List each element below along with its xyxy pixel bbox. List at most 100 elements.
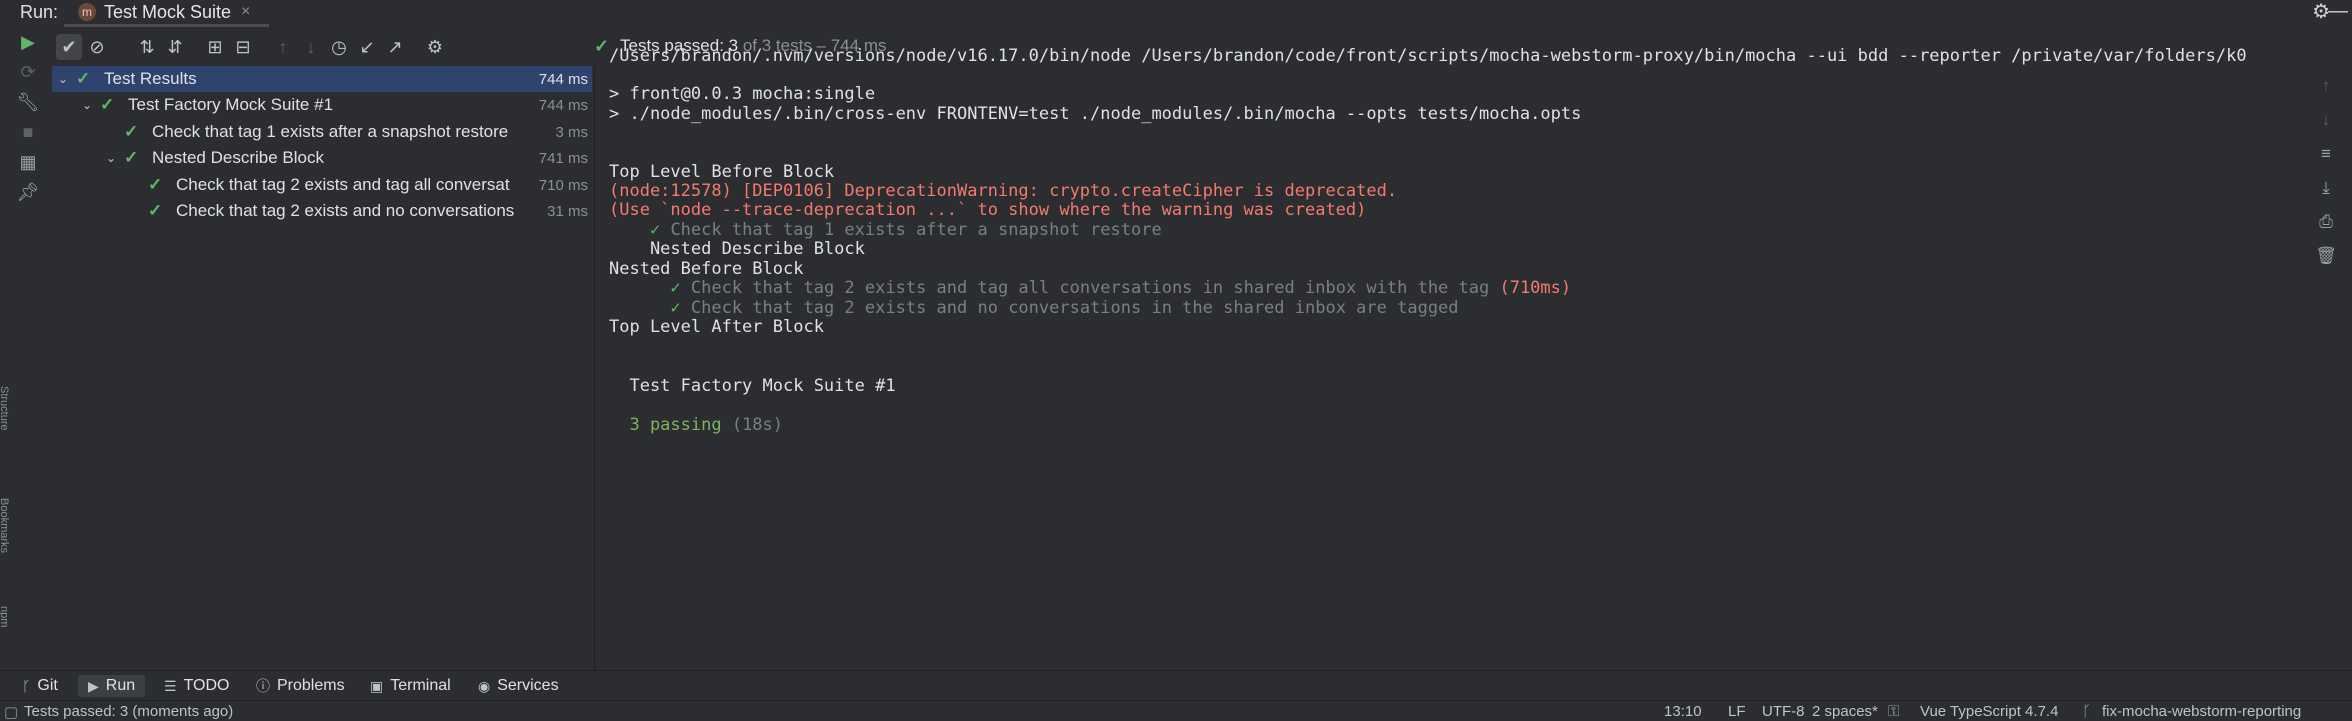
console-test-name: Check that tag 2 exists and no conversat…: [680, 298, 1459, 318]
show-passed-icon[interactable]: ✔: [56, 34, 82, 60]
tab-terminal[interactable]: ▣ Terminal: [370, 675, 451, 697]
passed-icon: ✓: [148, 175, 163, 194]
down-arrow-icon[interactable]: ↓: [2314, 108, 2338, 132]
rerun-icon[interactable]: ▶: [16, 30, 40, 54]
npm-side-tab[interactable]: npm: [0, 606, 10, 627]
run-side-toolbar: ▶ ⟳ 🔧︎ ■ ▦ 📌︎ Structure Bookmarks npm: [0, 28, 52, 670]
layout-icon[interactable]: ▦: [16, 150, 40, 174]
tree-row-suite[interactable]: ⌄ ✓ Test Factory Mock Suite #1 744 ms: [52, 92, 592, 118]
run-toolwindow-header: [0, 0, 2352, 26]
minimize-icon[interactable]: —: [2328, 0, 2348, 23]
console-line-passing: 3 passing (18s): [609, 415, 783, 435]
tab-services[interactable]: ◉ Services: [478, 675, 559, 697]
stop-icon[interactable]: ■: [16, 120, 40, 144]
run-label: Run:: [20, 2, 59, 22]
expand-all-icon[interactable]: ⊞: [202, 34, 228, 60]
console-line-test-pass: ✓ Check that tag 1 exists after a snapsh…: [609, 220, 1162, 240]
tab-label: Run: [105, 677, 136, 694]
list-icon: ☰: [164, 677, 177, 694]
rerun-failed-icon[interactable]: ⟳: [16, 60, 40, 84]
console-output[interactable]: /Users/brandon/.nvm/versions/node/v16.17…: [594, 46, 2301, 670]
services-icon: ◉: [478, 677, 491, 694]
tree-row-test[interactable]: ✓ Check that tag 2 exists and tag all co…: [52, 172, 592, 198]
tree-row-duration: 710 ms: [538, 176, 588, 194]
lock-icon[interactable]: ⚿: [1888, 703, 1899, 720]
language-service[interactable]: Vue TypeScript 4.7.4: [1920, 703, 2058, 720]
console-line-test-pass: ✓ Check that tag 2 exists and tag all co…: [609, 278, 1571, 298]
chevron-down-icon[interactable]: ⌄: [58, 72, 68, 86]
run-tab-test-mock-suite[interactable]: m Test Mock Suite ×: [78, 0, 250, 24]
console-test-name: Check that tag 2 exists and tag all conv…: [680, 278, 1500, 298]
close-icon[interactable]: ×: [241, 3, 250, 21]
square-icon: ▢: [4, 704, 19, 721]
passed-icon: ✓: [124, 148, 139, 167]
export-tests-icon[interactable]: ↗: [382, 34, 408, 60]
wrench-icon[interactable]: 🔧︎: [16, 90, 40, 114]
git-branch-icon: ᚴ: [22, 678, 31, 694]
history-icon[interactable]: ◷: [326, 34, 352, 60]
tree-row-test[interactable]: ✓ Check that tag 2 exists and no convers…: [52, 198, 592, 224]
check-icon: ✓: [670, 298, 681, 318]
tree-row-label: Check that tag 2 exists and tag all conv…: [176, 175, 510, 194]
scroll-to-end-icon[interactable]: ⤓: [2314, 176, 2338, 200]
tab-todo[interactable]: ☰ TODO: [164, 675, 230, 697]
console-line-warning: (node:12578) [DEP0106] DeprecationWarnin…: [609, 181, 1398, 201]
info-icon: ⓘ: [256, 678, 270, 694]
tree-row-duration: 744 ms: [538, 96, 588, 114]
console-line-command: /Users/brandon/.nvm/versions/node/v16.17…: [609, 46, 2247, 66]
passing-count: 3 passing: [609, 415, 722, 435]
tree-row-label: Check that tag 1 exists after a snapshot…: [152, 122, 509, 141]
tab-git[interactable]: ᚴ Git: [22, 675, 58, 697]
passed-icon: ✓: [100, 95, 115, 114]
test-results-tree: ⌄ ✓ Test Results 744 ms ⌄ ✓ Test Factory…: [52, 66, 592, 670]
play-icon: ▶: [88, 677, 99, 694]
test-tree-toolbar: ✔ ⊘ ⇅ ⇵ ⊞ ⊟ ↑ ↓ ◷ ↙ ↗ ⚙: [52, 28, 592, 66]
tree-row-test[interactable]: ✓ Check that tag 1 exists after a snapsh…: [52, 119, 592, 145]
tree-row-label: Test Results: [104, 69, 197, 88]
sort-duration-icon[interactable]: ⇵: [162, 34, 188, 60]
sort-alpha-icon[interactable]: ⇅: [134, 34, 160, 60]
check-icon: ✓: [670, 278, 681, 298]
console-line: Nested Before Block: [609, 259, 804, 279]
tree-row-duration: 741 ms: [538, 149, 588, 167]
tab-problems[interactable]: ⓘ Problems: [256, 675, 345, 697]
console-line: Top Level Before Block: [609, 162, 835, 182]
status-message[interactable]: Tests passed: 3 (moments ago): [24, 703, 233, 720]
passed-icon: ✓: [594, 36, 610, 56]
structure-side-tab[interactable]: Structure: [0, 386, 10, 431]
tree-row-nested-block[interactable]: ⌄ ✓ Nested Describe Block 741 ms: [52, 145, 592, 171]
import-tests-icon[interactable]: ↙: [354, 34, 380, 60]
tree-row-duration: 31 ms: [547, 202, 588, 220]
next-failed-icon[interactable]: ↓: [298, 34, 324, 60]
indent-setting[interactable]: 2 spaces*: [1812, 703, 1878, 720]
tree-row-test-results[interactable]: ⌄ ✓ Test Results 744 ms: [52, 66, 592, 92]
settings-icon[interactable]: ⚙: [422, 34, 448, 60]
console-line: Top Level After Block: [609, 317, 824, 337]
trash-icon[interactable]: 🗑︎: [2314, 244, 2338, 268]
console-test-duration: (710ms): [1499, 278, 1572, 298]
tree-row-duration: 744 ms: [538, 70, 588, 88]
up-arrow-icon[interactable]: ↑: [2314, 74, 2338, 98]
console-test-name: Check that tag 1 exists after a snapshot…: [660, 220, 1162, 240]
passed-icon: ✓: [148, 201, 163, 220]
previous-failed-icon[interactable]: ↑: [270, 34, 296, 60]
console-line: Nested Describe Block: [609, 239, 865, 259]
tree-row-label: Test Factory Mock Suite #1: [128, 95, 334, 114]
tab-run[interactable]: ▶ Run: [78, 675, 146, 697]
git-branch[interactable]: fix-mocha-webstorm-reporting: [2102, 703, 2301, 720]
line-separator[interactable]: LF: [1728, 703, 1746, 720]
tab-label: Terminal: [390, 677, 451, 694]
bookmarks-side-tab[interactable]: Bookmarks: [0, 498, 10, 553]
status-bar: ▢ Tests passed: 3 (moments ago) 13:10 LF…: [0, 700, 2352, 721]
tab-label: Services: [497, 677, 559, 694]
pin-icon[interactable]: 📌︎: [16, 180, 40, 204]
caret-position[interactable]: 13:10: [1664, 703, 1702, 720]
soft-wrap-icon[interactable]: ≡: [2314, 142, 2338, 166]
print-icon[interactable]: ⎙: [2314, 210, 2338, 234]
chevron-down-icon[interactable]: ⌄: [106, 151, 116, 165]
show-ignored-icon[interactable]: ⊘: [84, 34, 110, 60]
file-encoding[interactable]: UTF-8: [1762, 703, 1805, 720]
chevron-down-icon[interactable]: ⌄: [82, 98, 92, 112]
collapse-all-icon[interactable]: ⊟: [230, 34, 256, 60]
console-line-script-cmd: > ./node_modules/.bin/cross-env FRONTENV…: [609, 104, 1582, 124]
